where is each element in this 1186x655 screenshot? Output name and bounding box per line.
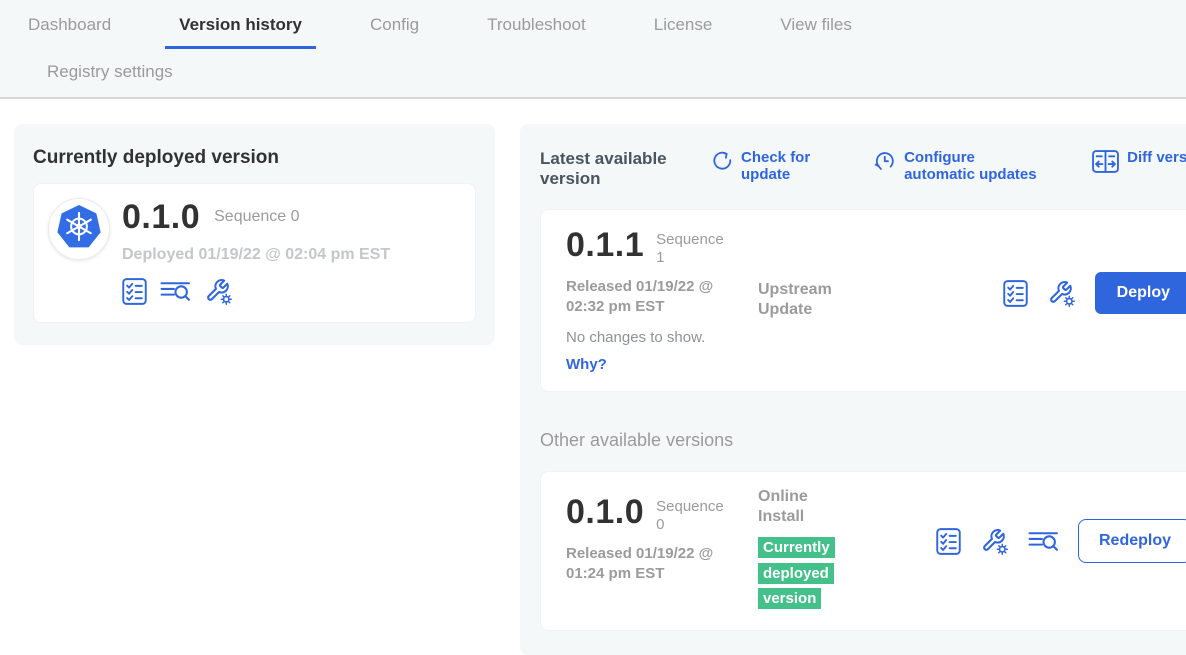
- why-link[interactable]: Why?: [566, 356, 758, 373]
- diff-icon: [1092, 150, 1119, 173]
- tab-view-files[interactable]: View files: [766, 13, 866, 49]
- latest-version-card: 0.1.1 Sequence 1 Released 01/19/22 @ 02:…: [540, 209, 1186, 392]
- no-changes-text: No changes to show.: [566, 329, 758, 346]
- latest-version-actions: Deploy: [1003, 228, 1186, 314]
- redeploy-button[interactable]: Redeploy: [1078, 519, 1186, 563]
- latest-version-header: Latest available version Check for updat…: [540, 149, 1186, 189]
- nav-row-1: Dashboard Version history Config Trouble…: [14, 13, 1186, 49]
- preflight-checklist-icon[interactable]: [1003, 280, 1028, 307]
- deployed-version-info: 0.1.0 Sequence 0 Deployed 01/19/22 @ 02:…: [122, 198, 390, 308]
- tab-config[interactable]: Config: [356, 13, 433, 49]
- latest-version-info: 0.1.1 Sequence 1 Released 01/19/22 @ 02:…: [566, 228, 758, 373]
- preflight-checklist-icon[interactable]: [122, 278, 147, 305]
- configure-automatic-updates-link[interactable]: Configure automatic updates: [874, 149, 1039, 184]
- deployed-timestamp: Deployed 01/19/22 @ 02:04 pm EST: [122, 246, 390, 264]
- preflight-checklist-icon[interactable]: [936, 528, 961, 555]
- other-versions-title: Other available versions: [540, 430, 1186, 451]
- tab-registry-settings[interactable]: Registry settings: [33, 60, 187, 84]
- config-wrench-icon[interactable]: [980, 527, 1009, 556]
- other-version-actions: Redeploy: [936, 487, 1186, 563]
- latest-version-source: Upstream Update: [758, 280, 850, 320]
- app-logo: [48, 198, 110, 260]
- config-wrench-icon[interactable]: [1047, 279, 1076, 308]
- currently-deployed-panel: Currently deployed version: [14, 124, 495, 345]
- view-logs-icon[interactable]: [160, 279, 191, 304]
- tab-version-history[interactable]: Version history: [165, 13, 316, 49]
- other-version-source-col: Online Install Currently deployed versio…: [758, 487, 936, 612]
- schedule-update-icon: [874, 150, 896, 172]
- currently-deployed-badge: Currently deployed version: [758, 537, 835, 609]
- tab-dashboard[interactable]: Dashboard: [14, 13, 125, 49]
- other-version-info: 0.1.0 Sequence 0 Released 01/19/22 @ 01:…: [566, 487, 758, 612]
- header-links: Check for update Configure automatic upd…: [702, 149, 1186, 184]
- deployed-sequence: Sequence 0: [214, 208, 299, 226]
- nav-row-2: Registry settings: [14, 49, 1186, 97]
- top-navigation: Dashboard Version history Config Trouble…: [0, 0, 1186, 99]
- deploy-button[interactable]: Deploy: [1095, 272, 1186, 314]
- diff-versions-link[interactable]: Diff versions: [1092, 149, 1186, 184]
- deployed-version-number: 0.1.0: [122, 200, 200, 234]
- currently-deployed-title: Currently deployed version: [33, 147, 476, 169]
- configure-automatic-updates-label: Configure automatic updates: [904, 149, 1039, 184]
- other-version-sequence: Sequence 0: [656, 495, 730, 534]
- other-version-source: Online Install: [758, 487, 850, 527]
- check-for-update-link[interactable]: Check for update: [712, 149, 821, 184]
- refresh-icon: [712, 150, 733, 171]
- other-version-number: 0.1.0: [566, 495, 644, 529]
- other-version-card: 0.1.0 Sequence 0 Released 01/19/22 @ 01:…: [540, 471, 1186, 631]
- main-content: Currently deployed version: [0, 99, 1186, 655]
- config-wrench-icon[interactable]: [204, 277, 233, 306]
- available-versions-panel: Latest available version Check for updat…: [520, 124, 1186, 655]
- diff-versions-label: Diff versions: [1127, 149, 1186, 166]
- tab-troubleshoot[interactable]: Troubleshoot: [473, 13, 600, 49]
- latest-version-sequence: Sequence 1: [656, 228, 730, 267]
- tab-license[interactable]: License: [640, 13, 727, 49]
- latest-version-released: Released 01/19/22 @ 02:32 pm EST: [566, 277, 734, 316]
- deployed-version-card: 0.1.0 Sequence 0 Deployed 01/19/22 @ 02:…: [33, 183, 476, 323]
- kubernetes-icon: [56, 204, 102, 255]
- view-logs-icon[interactable]: [1028, 529, 1059, 554]
- latest-version-source-col: Upstream Update: [758, 228, 936, 373]
- other-version-released: Released 01/19/22 @ 01:24 pm EST: [566, 544, 734, 583]
- latest-version-title: Latest available version: [540, 149, 702, 189]
- latest-version-number: 0.1.1: [566, 228, 644, 262]
- check-for-update-label: Check for update: [741, 149, 821, 184]
